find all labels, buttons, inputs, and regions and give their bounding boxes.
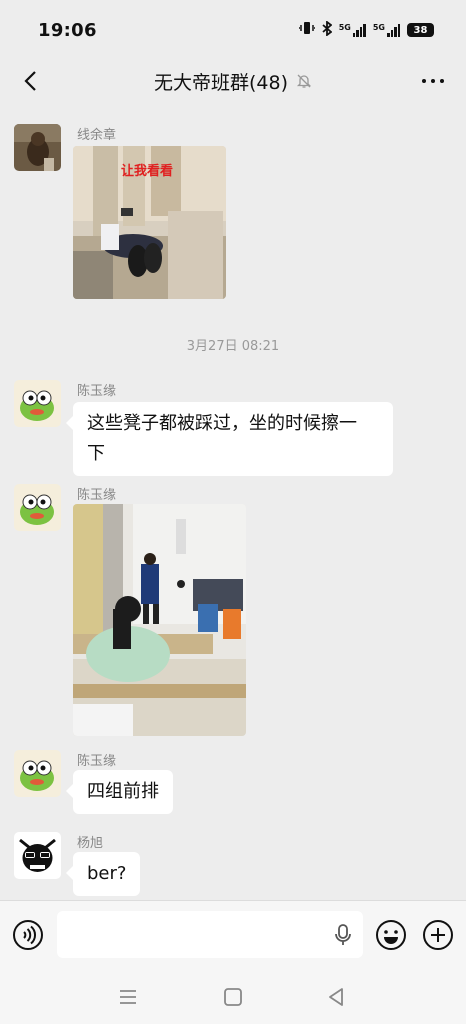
voice-input-button[interactable] [12,919,44,951]
home-square-icon [224,988,242,1006]
bluetooth-icon [322,19,333,40]
message-text-line: 这些凳子都被踩过，坐的时候擦一 [87,413,357,434]
mute-bell-icon [296,73,312,89]
sender-name: 陈玉缘 [77,488,117,503]
chat-header: 无大帝班群(48) [0,60,466,102]
sender-name: 杨旭 [77,836,104,851]
status-icons: 5G 5G 38 [297,19,434,40]
status-bar: 19:06 5G 5G 38 [0,0,466,60]
chat-messages[interactable]: 线余章 让我看看 3月27日 08:21 陈玉缘 这些凳子都被踩过，坐的时候擦一… [0,108,466,900]
avatar[interactable] [14,832,61,879]
system-nav-bar [0,970,466,1024]
voice-icon [13,920,43,950]
home-nav-button[interactable] [221,986,245,1008]
photo-caption: 让我看看 [121,163,173,179]
message-text: ber? [87,863,127,884]
avatar[interactable] [14,380,61,427]
microphone-icon[interactable] [333,923,353,947]
message-text: 四组前排 [87,781,159,802]
back-nav-button[interactable] [324,986,348,1008]
signal-icon-2: 5G [373,23,400,37]
chevron-left-icon [24,71,36,91]
avatar[interactable] [14,750,61,797]
menu-nav-button[interactable] [116,986,140,1008]
signal-label-2: 5G [372,23,385,32]
signal-label-1: 5G [338,23,351,32]
input-bar [0,900,466,970]
battery-indicator: 38 [407,23,434,37]
message-text-line: 下 [87,443,105,464]
message-bubble[interactable]: 四组前排 [66,770,173,814]
message-bubble[interactable]: 这些凳子都被踩过，坐的时候擦一 下 [66,402,393,476]
vibrate-icon [297,21,316,39]
chat-timestamp: 3月27日 08:21 [186,339,280,354]
message-photo[interactable] [73,504,246,736]
more-functions-button[interactable] [422,919,454,951]
menu-icon [120,990,136,1004]
avatar[interactable] [14,484,61,531]
chat-title: 无大帝班群(48) [153,71,288,94]
more-options-button[interactable] [418,70,448,92]
signal-icon-1: 5G [339,23,366,37]
avatar[interactable] [14,124,61,171]
message-photo[interactable]: 让我看看 [73,146,226,299]
sender-name: 陈玉缘 [77,754,117,769]
status-time: 19:06 [38,19,97,41]
sender-name: 陈玉缘 [77,384,117,399]
emoji-icon [376,920,406,950]
plus-icon [423,920,453,950]
back-button[interactable] [16,66,44,96]
message-bubble[interactable]: ber? [65,852,141,896]
message-input[interactable] [57,911,363,958]
back-triangle-icon [329,988,343,1006]
sender-name: 线余章 [77,128,117,143]
emoji-button[interactable] [375,919,407,951]
